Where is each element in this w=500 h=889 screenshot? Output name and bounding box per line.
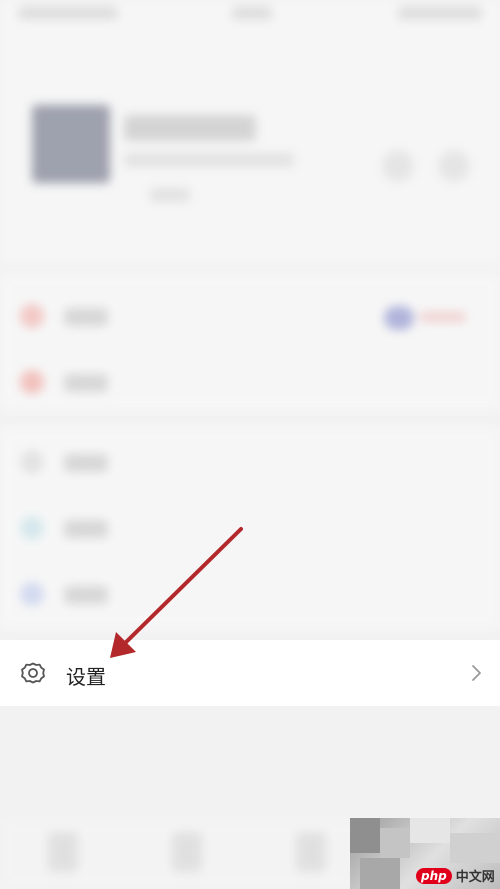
profile-subtitle-blurred bbox=[124, 153, 294, 167]
list-item-extra-blurred bbox=[420, 312, 466, 322]
list-item-icon bbox=[20, 450, 44, 474]
list-item-label-blurred bbox=[64, 520, 108, 538]
settings-row[interactable]: 设置 bbox=[0, 640, 500, 706]
watermark-badge: php 中文网 bbox=[416, 866, 495, 885]
list-item-label-blurred bbox=[64, 374, 108, 392]
list-item-icon bbox=[20, 370, 44, 394]
list-item-icon bbox=[20, 582, 44, 606]
profile-name-blurred bbox=[124, 115, 256, 141]
watermark-text: 中文网 bbox=[455, 870, 495, 885]
watermark-php-logo: php bbox=[416, 867, 452, 884]
list-item[interactable] bbox=[0, 562, 500, 628]
avatar[interactable] bbox=[32, 105, 110, 183]
list-item[interactable] bbox=[0, 496, 500, 562]
list-item[interactable] bbox=[0, 350, 500, 416]
settings-label: 设置 bbox=[66, 665, 106, 689]
status-bar-time-blurred bbox=[232, 6, 272, 20]
list-item-label-blurred bbox=[64, 454, 108, 472]
status-bar-right-blurred bbox=[398, 6, 482, 20]
list-item-icon bbox=[20, 304, 44, 328]
status-bar-left-blurred bbox=[18, 6, 118, 20]
profile-action-blurred-1[interactable] bbox=[382, 150, 414, 182]
tab-3-blurred[interactable] bbox=[296, 832, 326, 872]
profile-extra-blurred bbox=[150, 188, 190, 202]
list-item-label-blurred bbox=[64, 308, 108, 326]
menu-group-1-blurred bbox=[0, 274, 500, 410]
status-bar bbox=[0, 0, 500, 30]
profile-header-blurred bbox=[0, 30, 500, 262]
list-item-badge-blurred bbox=[384, 306, 414, 330]
list-item[interactable] bbox=[0, 430, 500, 496]
list-item-label-blurred bbox=[64, 586, 108, 604]
gear-icon bbox=[20, 660, 46, 686]
tab-1-blurred[interactable] bbox=[48, 832, 78, 872]
menu-group-2-blurred bbox=[0, 428, 500, 628]
tab-2-blurred[interactable] bbox=[172, 832, 202, 872]
profile-action-blurred-2[interactable] bbox=[438, 150, 470, 182]
list-item-icon bbox=[20, 516, 44, 540]
chevron-right-icon bbox=[470, 662, 482, 684]
list-item[interactable] bbox=[0, 284, 500, 350]
